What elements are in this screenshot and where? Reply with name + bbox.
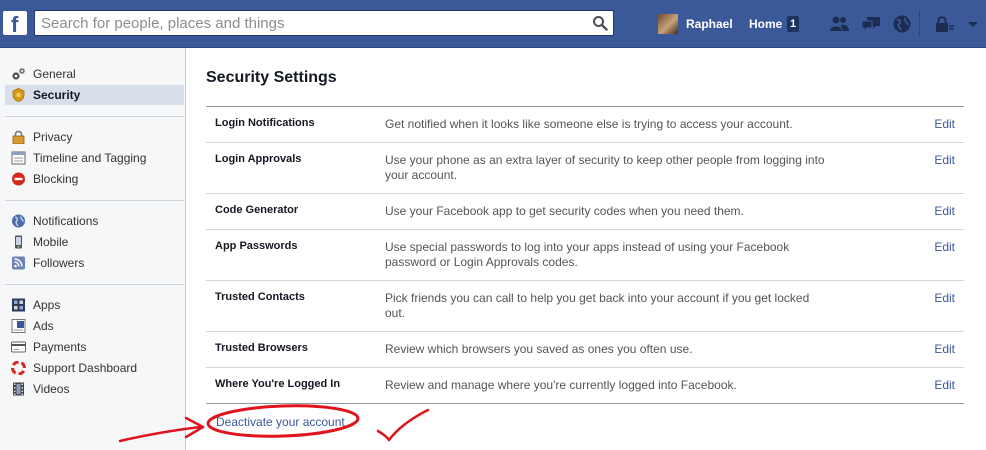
rss-icon [12,256,25,270]
notifications-globe-icon[interactable] [891,14,913,34]
search-input[interactable] [41,14,581,32]
edit-link[interactable]: Edit [934,378,955,392]
setting-description: Use special passwords to log into your a… [385,240,790,269]
settings-row-login-notifications[interactable]: Login Notifications Get notified when it… [206,107,964,143]
sidebar-item-label: General [33,67,76,81]
logo-letter: f [11,12,19,37]
sidebar-item-followers[interactable]: Followers [5,253,184,273]
edit-link[interactable]: Edit [934,153,955,167]
sidebar-item-label: Ads [33,319,54,333]
sidebar-item-support-dashboard[interactable]: Support Dashboard [5,358,184,378]
setting-description: Use your Facebook app to get security co… [385,204,744,218]
sidebar-item-label: Payments [33,340,87,354]
settings-table: Login Notifications Get notified when it… [206,106,964,404]
sidebar-item-timeline-and-tagging[interactable]: Timeline and Tagging [5,148,184,168]
setting-label: Code Generator [215,204,299,216]
sidebar-item-payments[interactable]: Payments [5,337,184,357]
page-title: Security Settings [206,69,337,86]
sidebar-item-notifications[interactable]: Notifications [5,211,184,231]
chevron-down-icon[interactable] [962,14,984,34]
gears-icon [12,68,25,80]
sidebar-item-label: Mobile [33,235,69,249]
credit-card-icon [11,341,26,353]
messages-icon[interactable] [860,14,882,34]
home-link[interactable]: Home [749,17,782,31]
setting-label: Login Notifications [215,117,315,129]
settings-row-trusted-contacts[interactable]: Trusted Contacts Pick friends you can ca… [206,281,964,332]
security-badge-icon [12,88,25,102]
settings-sidebar: General Security Privacy Timeline and Ta… [0,48,186,450]
divider [206,403,964,404]
sidebar-item-privacy[interactable]: Privacy [5,127,184,147]
ads-icon [11,319,26,333]
sidebar-item-label: Timeline and Tagging [33,151,147,165]
sidebar-item-security[interactable]: Security [5,85,184,105]
block-icon [12,172,25,186]
sidebar-item-label: Followers [33,256,85,270]
setting-label: App Passwords [215,240,298,252]
setting-label: Trusted Contacts [215,291,305,303]
edit-link[interactable]: Edit [934,240,955,254]
settings-row-login-approvals[interactable]: Login Approvals Use your phone as an ext… [206,143,964,194]
settings-row-trusted-browsers[interactable]: Trusted Browsers Review which browsers y… [206,332,964,368]
sidebar-item-mobile[interactable]: Mobile [5,232,184,252]
edit-link[interactable]: Edit [934,117,955,131]
user-name[interactable]: Raphael [686,17,733,31]
apps-icon [12,298,25,312]
security-settings-panel: Security Settings Login Notifications Ge… [186,48,986,450]
setting-description: Review which browsers you saved as ones … [385,342,693,356]
padlock-icon [12,130,25,144]
sidebar-item-label: Notifications [33,214,99,228]
friend-requests-icon[interactable] [828,14,850,34]
divider [5,116,184,117]
settings-row-app-passwords[interactable]: App Passwords Use special passwords to l… [206,230,964,281]
sidebar-item-label: Blocking [33,172,79,186]
sidebar-item-general[interactable]: General [5,64,184,84]
sidebar-item-label: Security [33,88,81,102]
sidebar-item-label: Support Dashboard [33,361,138,375]
sidebar-item-ads[interactable]: Ads [5,316,184,336]
home-count-badge: 1 [787,16,799,32]
sidebar-item-blocking[interactable]: Blocking [5,169,184,189]
setting-label: Login Approvals [215,153,302,165]
sidebar-item-apps[interactable]: Apps [5,295,184,315]
edit-link[interactable]: Edit [934,291,955,305]
divider [5,284,184,285]
edit-link[interactable]: Edit [934,204,955,218]
timeline-icon [11,151,26,165]
sidebar-item-label: Apps [33,298,61,312]
setting-description: Use your phone as an extra layer of secu… [385,153,825,182]
sidebar-item-label: Privacy [33,130,73,144]
sidebar-item-label: Videos [33,382,70,396]
divider [919,10,920,37]
setting-description: Pick friends you can call to help you ge… [385,291,810,320]
avatar[interactable] [658,14,678,34]
mobile-phone-icon [15,235,22,249]
setting-description: Get notified when it looks like someone … [385,117,793,131]
settings-row-where-logged-in[interactable]: Where You're Logged In Review and manage… [206,368,964,404]
lifebuoy-icon [11,361,26,375]
settings-row-code-generator[interactable]: Code Generator Use your Facebook app to … [206,194,964,230]
sidebar-item-videos[interactable]: Videos [5,379,184,399]
top-navigation-bar: f Raphael Home 1 [0,0,986,48]
divider [5,200,184,201]
setting-description: Review and manage where you're currently… [385,378,737,392]
search-box[interactable] [34,10,614,36]
facebook-logo[interactable]: f [3,11,27,37]
globe-icon [12,214,25,228]
setting-label: Trusted Browsers [215,342,308,354]
deactivate-account-link[interactable]: Deactivate your account [216,415,345,429]
film-icon [13,382,24,396]
setting-label: Where You're Logged In [215,378,341,390]
privacy-shortcuts-icon[interactable] [933,14,955,34]
edit-link[interactable]: Edit [934,342,955,356]
search-icon[interactable] [592,15,608,31]
